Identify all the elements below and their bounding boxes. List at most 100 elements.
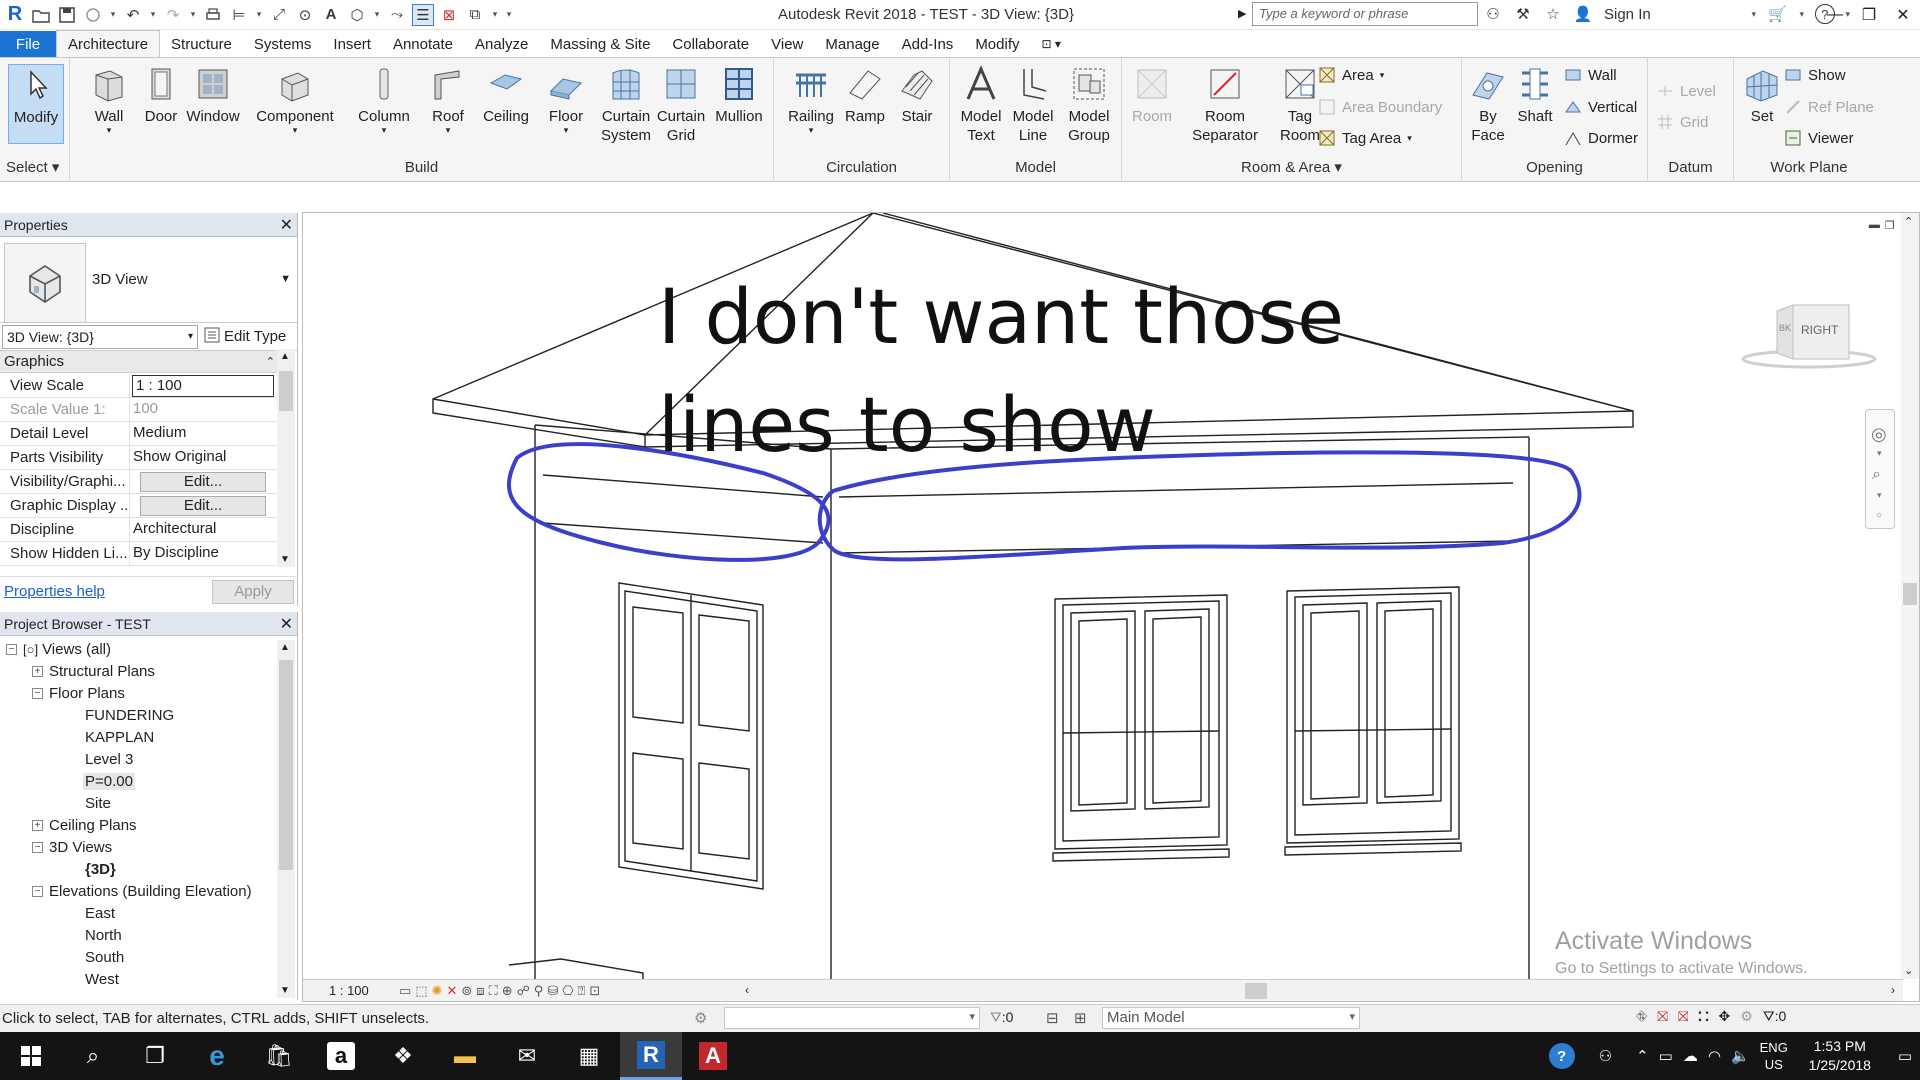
section-icon[interactable]: ⤳ [386,4,408,26]
viewer-button[interactable]: Viewer [1784,127,1854,149]
by-face-button[interactable]: By Face [1466,64,1510,145]
battery-icon[interactable]: ▭ [1659,1047,1673,1065]
viewport-vertical-scrollbar[interactable]: ⌃ ⌄ [1901,213,1919,979]
model-line-button[interactable]: Model Line [1008,64,1058,145]
tree-node-fundering[interactable]: FUNDERING [0,704,276,726]
chevron-down-icon[interactable]: ▼ [280,273,291,285]
collapse-icon[interactable]: ⌃ [266,355,275,368]
show-hidden-lines-value[interactable]: By Discipline [130,542,276,565]
switch-windows-dropdown-icon[interactable]: ▾ [490,9,500,20]
store-icon[interactable]: 🛍 [248,1032,310,1080]
file-explorer-icon[interactable]: ▬ [434,1032,496,1080]
windows-start-icon[interactable] [0,1032,62,1080]
tree-node-views-all[interactable]: − [○] Views (all) [0,638,276,660]
instance-select[interactable]: 3D View: {3D} ▾ [2,324,198,349]
close-icon[interactable]: ✕ [1886,0,1920,30]
vertical-opening-button[interactable]: Vertical [1564,96,1637,118]
model-text-button[interactable]: Model Text [956,64,1006,145]
floor-button[interactable]: Floor ▾ [542,64,590,135]
tree-node-3d[interactable]: {3D} [0,858,276,880]
dormer-button[interactable]: Dormer [1564,127,1638,149]
people-icon[interactable]: ⚇ [1599,1047,1612,1065]
input-language[interactable]: ENG US [1760,1039,1788,1073]
undo-icon[interactable]: ↶ [122,4,144,26]
3d-view-dropdown-icon[interactable]: ▾ [372,9,382,20]
zoom-icon[interactable]: ⌕ [1872,466,1881,484]
scroll-down-icon[interactable]: ▼ [280,985,290,996]
editing-requests-icon[interactable]: ⊟ [1046,1009,1059,1027]
tab-annotate[interactable]: Annotate [382,31,464,57]
select-links-icon[interactable]: ⛗ [1636,1008,1647,1025]
expand-icon[interactable]: + [32,819,43,831]
text-icon[interactable]: A [320,4,342,26]
volume-icon[interactable]: 🔈 [1731,1047,1750,1065]
graphic-display-edit-button[interactable]: Edit... [140,495,266,516]
view-scale-input[interactable]: 1 : 100 [132,375,274,397]
discipline-value[interactable]: Architectural [130,518,276,541]
user-icon[interactable]: 👤 [1572,3,1594,25]
filter-icon[interactable]: ⛛:0 [1763,1008,1786,1025]
cart-dropdown-icon[interactable]: ▾ [1797,9,1807,20]
sync-dropdown-icon[interactable]: ▾ [108,9,118,20]
viewport-horizontal-scrollbar[interactable]: ‹ › [745,983,1895,999]
dropbox-icon[interactable]: ❖ [372,1032,434,1080]
modify-button[interactable]: Modify [8,64,64,144]
collapse-icon[interactable]: − [32,841,43,853]
column-button[interactable]: Column ▾ [352,64,416,135]
sign-in-link[interactable]: Sign In [1604,6,1651,23]
shadows-icon[interactable]: ✕ [447,983,458,999]
ramp-button[interactable]: Ramp [842,64,888,126]
tab-insert[interactable]: Insert [322,31,382,57]
close-icon[interactable]: ✕ [280,614,293,634]
switch-windows-icon[interactable]: ⧉ [464,4,486,26]
onedrive-icon[interactable]: ☁ [1683,1047,1698,1065]
background-process-icon[interactable]: ⚙ [1740,1008,1753,1025]
sign-in-dropdown-icon[interactable]: ▾ [1749,9,1759,20]
restore-icon[interactable]: ❐ [1852,0,1886,30]
area-boundary-button[interactable]: Area Boundary [1318,96,1442,118]
collapse-icon[interactable]: − [32,687,43,699]
component-button[interactable]: Component ▾ [250,64,340,135]
tree-node-p-0-00[interactable]: P=0.00 [0,770,276,792]
expand-icon[interactable]: + [32,665,43,677]
highlight-displacement-icon[interactable]: ⎔ [562,983,573,999]
clock[interactable]: 1:53 PM 1/25/2018 [1798,1037,1882,1075]
graphics-section-header[interactable]: Graphics ⌃ [0,351,279,373]
search-expand-icon[interactable]: ▶ [1238,7,1246,20]
edit-type-button[interactable]: Edit Type [204,327,286,347]
unlocked-3d-view-icon[interactable]: ⊕ [502,983,513,999]
reveal-constraints-icon[interactable]: ⊡ [589,983,600,999]
workset-select[interactable]: ▾ [724,1007,980,1029]
mail-icon[interactable]: ✉ [496,1032,558,1080]
tree-node-site[interactable]: Site [0,792,276,814]
room-button[interactable]: Room [1128,64,1176,126]
binoculars-icon[interactable]: ⚇ [1482,3,1504,25]
show-hidden-icons-icon[interactable]: ⌃ [1636,1047,1649,1065]
viewcube[interactable]: BK RIGHT [1739,297,1879,377]
redo-icon[interactable]: ↷ [162,4,184,26]
properties-help-link[interactable]: Properties help [4,583,105,600]
steering-wheel-icon[interactable]: ◎ [1871,424,1887,445]
tree-node-structural-plans[interactable]: + Structural Plans [0,660,276,682]
action-center-icon[interactable]: ▭ [1898,1047,1912,1065]
ribbon-minimize-toggle[interactable]: ⊡ ▾ [1031,31,1072,57]
tree-node-floor-plans[interactable]: − Floor Plans [0,682,276,704]
worksharing-display-icon[interactable]: ⛁ [547,983,558,999]
autocad-taskbar-icon[interactable]: A [682,1032,744,1080]
apply-button[interactable]: Apply [212,579,294,604]
navigation-bar[interactable]: ◎ ▾ ⌕ ▾ ○ [1865,409,1895,529]
scroll-up-icon[interactable]: ▲ [280,642,290,653]
render-icon[interactable]: ⊚ [461,983,472,999]
aligned-dimension-icon[interactable]: ⤢ [268,4,290,26]
select-pinned-icon[interactable]: ⛝ [1678,1008,1689,1025]
select-by-face-icon[interactable]: ⛚ [1699,1008,1709,1025]
search-input[interactable]: Type a keyword or phrase [1252,2,1478,26]
close-hidden-windows-icon[interactable]: ⊠ [438,4,460,26]
tab-massing-site[interactable]: Massing & Site [539,31,661,57]
tab-collaborate[interactable]: Collaborate [661,31,760,57]
default-3d-view-icon[interactable]: ⬡ [346,4,368,26]
scroll-down-icon[interactable]: ▼ [280,554,290,565]
3d-viewport[interactable]: I don't want those lines to show ▬ ❐ ✕ B… [302,212,1920,1002]
view-scale[interactable]: 1 : 100 [303,983,395,998]
shaft-button[interactable]: Shaft [1512,64,1558,126]
